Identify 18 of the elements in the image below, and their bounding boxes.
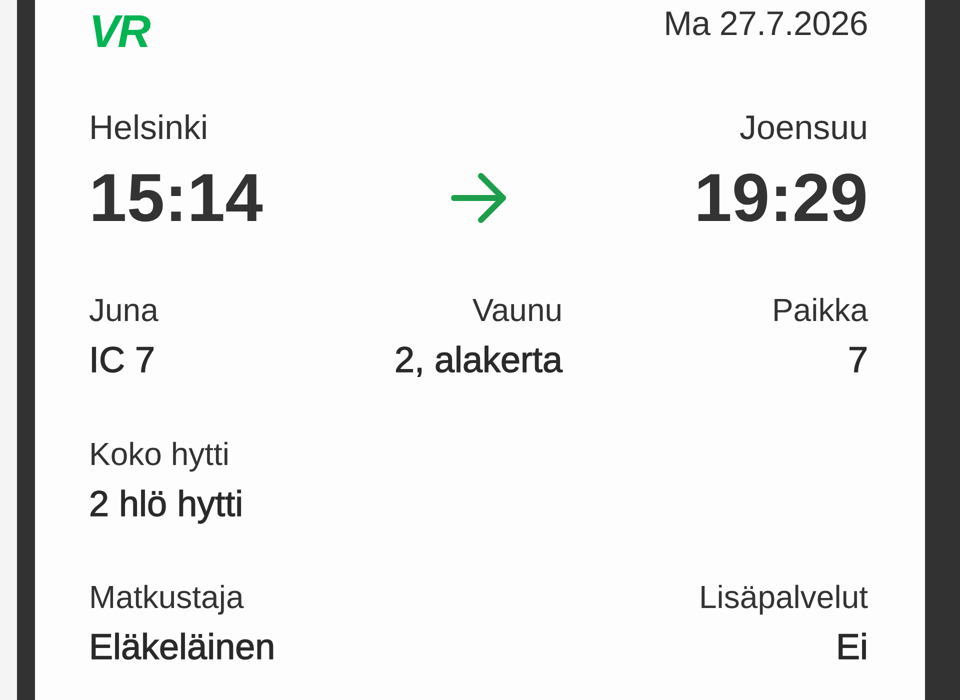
destination-station: Joensuu: [739, 111, 868, 145]
departure-time: 15:14: [89, 164, 263, 232]
field-value: 7: [848, 342, 868, 378]
field-value: IC 7: [89, 342, 156, 378]
field-label: Juna: [89, 294, 158, 326]
date-text: Ma 27.7.2026: [664, 7, 868, 41]
field-label: Vaunu: [472, 294, 563, 326]
field-value: Eläkeläinen: [89, 629, 276, 665]
field-label: Lisäpalvelut: [699, 581, 868, 613]
arrival-time: 19:29: [694, 164, 868, 232]
field-label: Matkustaja: [89, 581, 244, 613]
field-value: 2 hlö hytti: [89, 486, 244, 522]
brand-logo: VR: [89, 8, 149, 54]
origin-station: Helsinki: [89, 111, 208, 145]
field-label: Paikka: [772, 294, 868, 326]
field-value: Ei: [836, 629, 868, 665]
field-value: 2, alakerta: [394, 342, 563, 378]
field-label: Koko hytti: [89, 438, 230, 470]
